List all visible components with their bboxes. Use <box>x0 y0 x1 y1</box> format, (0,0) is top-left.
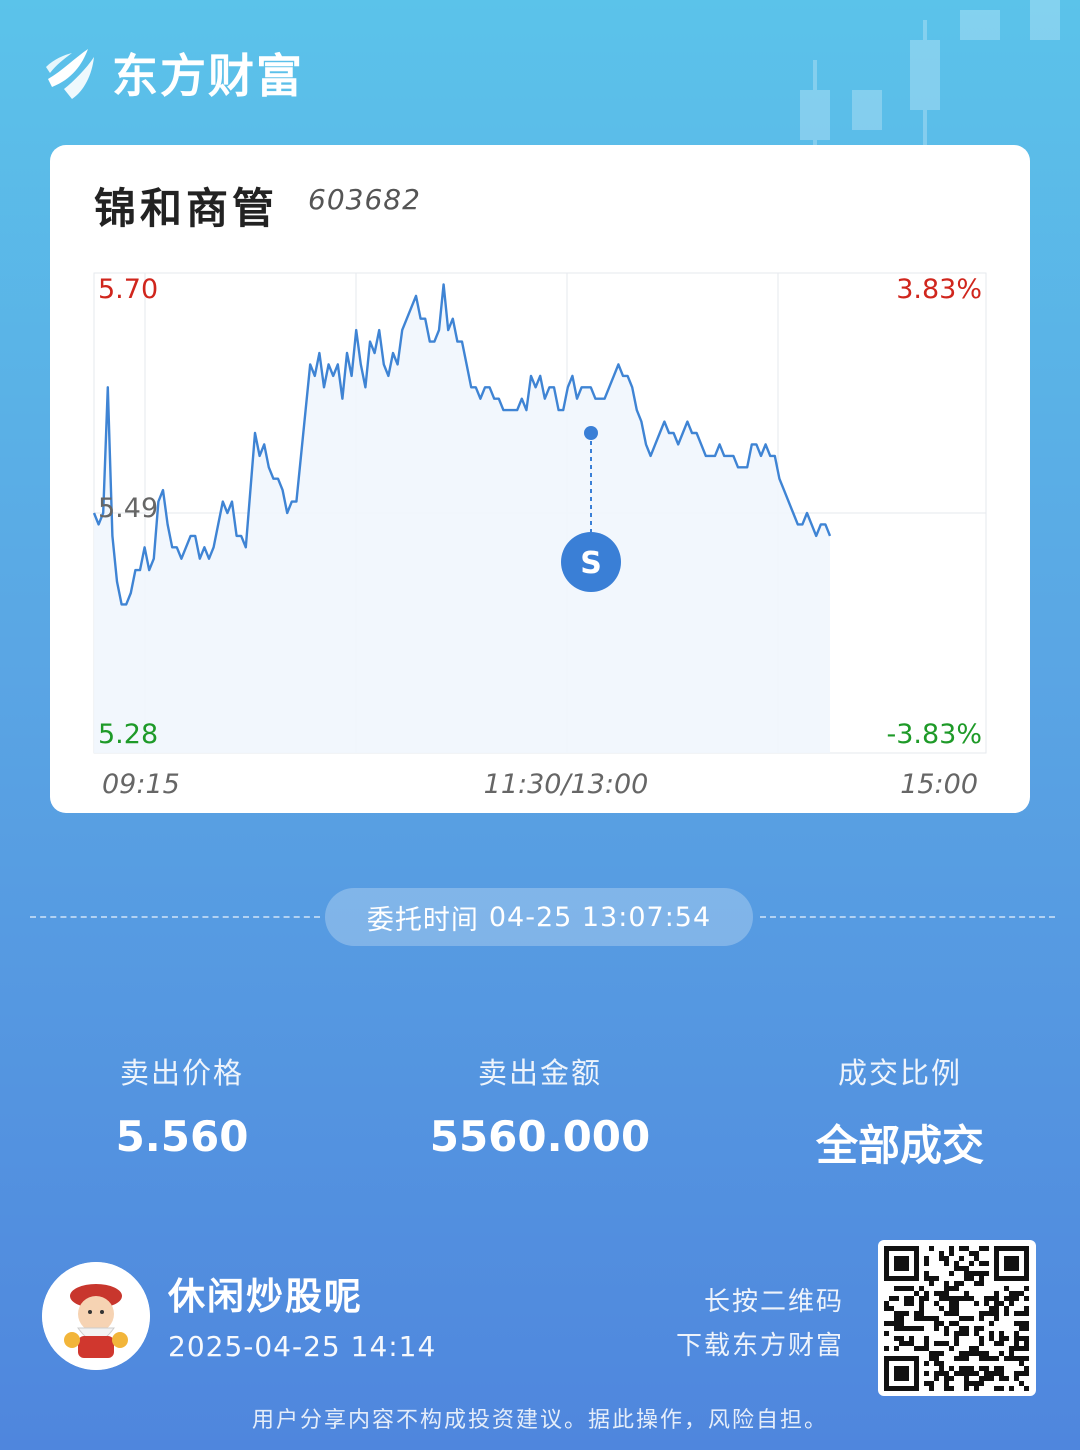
x-label-start: 09:15 <box>102 769 180 800</box>
stat-sell-price: 卖出价格 5.560 <box>32 1050 332 1161</box>
stat-label: 卖出金额 <box>477 1056 602 1090</box>
x-label-end: 15:00 <box>900 769 978 800</box>
brand-name: 东方财富 <box>112 49 304 103</box>
user-avatar[interactable] <box>42 1262 150 1370</box>
qr-code-icon <box>884 1246 1029 1391</box>
order-time-label: 委托时间 <box>366 904 479 936</box>
download-qr-code[interactable] <box>878 1240 1036 1396</box>
right-dash-divider <box>760 916 1055 918</box>
risk-disclaimer: 用户分享内容不构成投资建议。据此操作，风险自担。 <box>251 1408 828 1433</box>
brand-logo: 东方财富 <box>42 40 304 106</box>
stat-fill-ratio: 成交比例 全部成交 <box>750 1050 1050 1173</box>
qr-hint: 长按二维码 下载东方财富 <box>676 1280 844 1368</box>
y-label-low-pct: -3.83% <box>886 719 982 750</box>
qr-hint-line1: 长按二维码 <box>703 1287 844 1317</box>
order-time-value: 04-25 13:07:54 <box>488 901 712 933</box>
stock-chart-card: 锦和商管 603682 5.70 5.49 5.28 3.83% -3.83% … <box>50 145 1030 813</box>
stat-value: 全部成交 <box>815 1121 984 1170</box>
eastmoney-logo-icon <box>46 49 94 99</box>
share-time: 2025-04-25 14:14 <box>168 1330 437 1363</box>
sell-marker-dot <box>584 426 598 440</box>
order-time-pill: 委托时间 04-25 13:07:54 <box>325 888 753 946</box>
intraday-chart: 5.70 5.49 5.28 3.83% -3.83% 09:15 11:30/… <box>92 272 987 800</box>
stat-sell-amount: 卖出金额 5560.000 <box>390 1050 690 1161</box>
y-label-mid: 5.49 <box>98 493 158 524</box>
order-time-divider: 委托时间 04-25 13:07:54 <box>30 888 1055 946</box>
sell-marker-label: S <box>580 546 602 581</box>
stat-label: 卖出价格 <box>119 1056 244 1090</box>
price-area-fill <box>94 284 830 753</box>
avatar-figure-icon <box>42 1262 150 1370</box>
stat-value: 5.560 <box>115 1112 249 1161</box>
stat-label: 成交比例 <box>837 1056 962 1090</box>
x-label-mid: 11:30/13:00 <box>484 769 649 800</box>
y-label-low: 5.28 <box>98 719 158 750</box>
y-label-high: 5.70 <box>98 274 158 305</box>
qr-hint-line2: 下载东方财富 <box>675 1331 844 1361</box>
left-dash-divider <box>30 916 320 918</box>
user-name: 休闲炒股呢 <box>168 1275 363 1318</box>
stat-value: 5560.000 <box>429 1112 651 1161</box>
y-label-high-pct: 3.83% <box>896 274 982 305</box>
